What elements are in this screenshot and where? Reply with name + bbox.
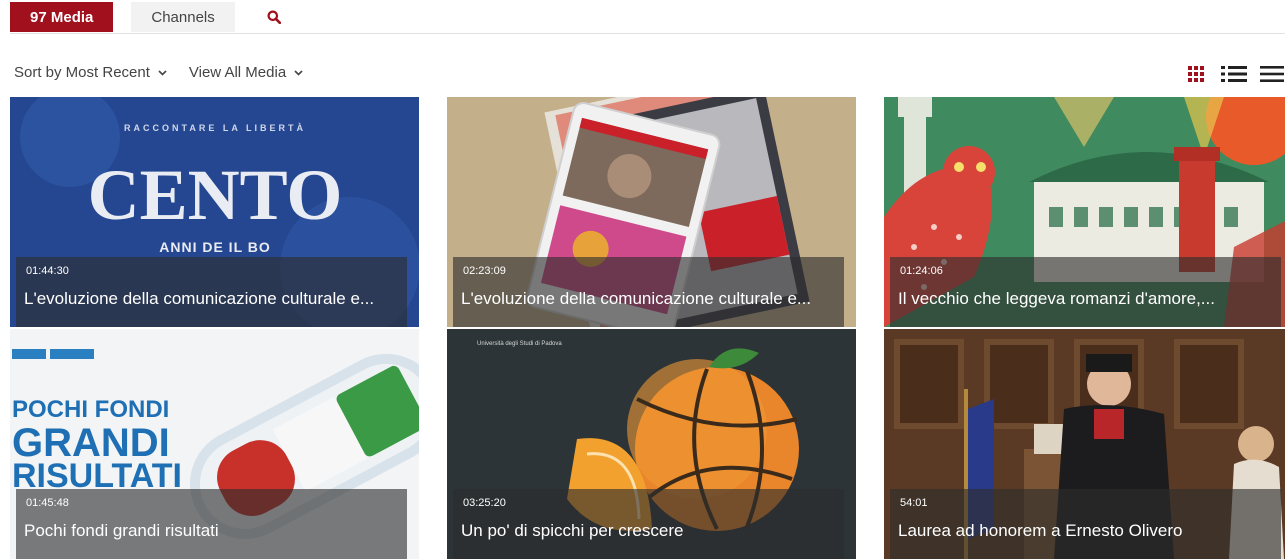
media-card[interactable]: RACCONTARE LA LIBERTÀ CENTO ANNI DE IL B… xyxy=(10,97,419,327)
thumb-overline: RACCONTARE LA LIBERTÀ xyxy=(124,123,306,133)
thumb-headline: CENTO xyxy=(88,155,343,235)
media-grid: RACCONTARE LA LIBERTÀ CENTO ANNI DE IL B… xyxy=(10,97,1285,559)
media-duration: 02:23:09 xyxy=(463,265,506,277)
media-duration: 01:44:30 xyxy=(26,265,69,277)
media-info-overlay: 01:24:06 Il vecchio che leggeva romanzi … xyxy=(890,257,1281,327)
chevron-down-icon xyxy=(158,69,167,76)
media-title: Il vecchio che leggeva romanzi d'amore,.… xyxy=(898,289,1215,308)
media-info-overlay: 03:25:20 Un po' di spicchi per crescere xyxy=(453,489,844,559)
sort-dropdown[interactable]: Sort by Most Recent xyxy=(14,64,167,81)
thumb-caption: Università degli Studi di Padova xyxy=(477,341,562,347)
grid-view-button[interactable] xyxy=(1183,62,1209,86)
media-card[interactable]: Università degli Studi di Padova 03:25:2… xyxy=(447,329,856,559)
media-duration: 03:25:20 xyxy=(463,497,506,509)
compact-list-view-icon xyxy=(1260,66,1284,82)
media-info-overlay: 01:44:30 L'evoluzione della comunicazion… xyxy=(16,257,407,327)
media-info-overlay: 02:23:09 L'evoluzione della comunicazion… xyxy=(453,257,844,327)
thumb-headline-line1: POCHI FONDI xyxy=(12,396,169,423)
compact-list-view-button[interactable] xyxy=(1259,62,1285,86)
search-button[interactable] xyxy=(253,2,295,32)
sort-label: Sort by Most Recent xyxy=(14,64,150,81)
filter-dropdown[interactable]: View All Media xyxy=(189,64,303,81)
tab-channels[interactable]: Channels xyxy=(131,2,235,32)
media-card[interactable]: 01:24:06 Il vecchio che leggeva romanzi … xyxy=(884,97,1285,327)
media-duration: 01:24:06 xyxy=(900,265,943,277)
detailed-list-view-button[interactable] xyxy=(1221,62,1247,86)
media-info-overlay: 01:45:48 Pochi fondi grandi risultati xyxy=(16,489,407,559)
media-title: Laurea ad honorem a Ernesto Olivero xyxy=(898,521,1183,540)
media-info-overlay: 54:01 Laurea ad honorem a Ernesto Oliver… xyxy=(890,489,1281,559)
grid-view-icon xyxy=(1188,66,1204,82)
chevron-down-icon xyxy=(294,69,303,76)
filter-label: View All Media xyxy=(188,64,287,81)
tab-media[interactable]: 97 Media xyxy=(10,2,114,32)
media-toolbar: Sort by Most Recent View All Media xyxy=(14,64,303,81)
view-switcher xyxy=(1171,62,1285,86)
media-title: Un po' di spicchi per crescere xyxy=(461,521,684,540)
detailed-list-view-icon xyxy=(1221,66,1247,82)
media-card[interactable]: 02:23:09 L'evoluzione della comunicazion… xyxy=(447,97,856,327)
search-icon xyxy=(267,10,281,24)
media-tabs: 97 Media Channels xyxy=(10,2,295,34)
media-duration: 01:45:48 xyxy=(26,497,69,509)
thumb-subline: ANNI DE IL BO xyxy=(159,239,271,255)
media-title: Pochi fondi grandi risultati xyxy=(24,521,219,540)
media-duration: 54:01 xyxy=(900,497,928,509)
media-title: L'evoluzione della comunicazione cultura… xyxy=(461,289,812,308)
tabs-divider xyxy=(10,33,1285,34)
media-title: L'evoluzione della comunicazione cultura… xyxy=(24,289,375,308)
media-card[interactable]: POCHI FONDI GRANDI RISULTATI 01:45:48 Po… xyxy=(10,329,419,559)
media-card[interactable]: 54:01 Laurea ad honorem a Ernesto Oliver… xyxy=(884,329,1285,559)
